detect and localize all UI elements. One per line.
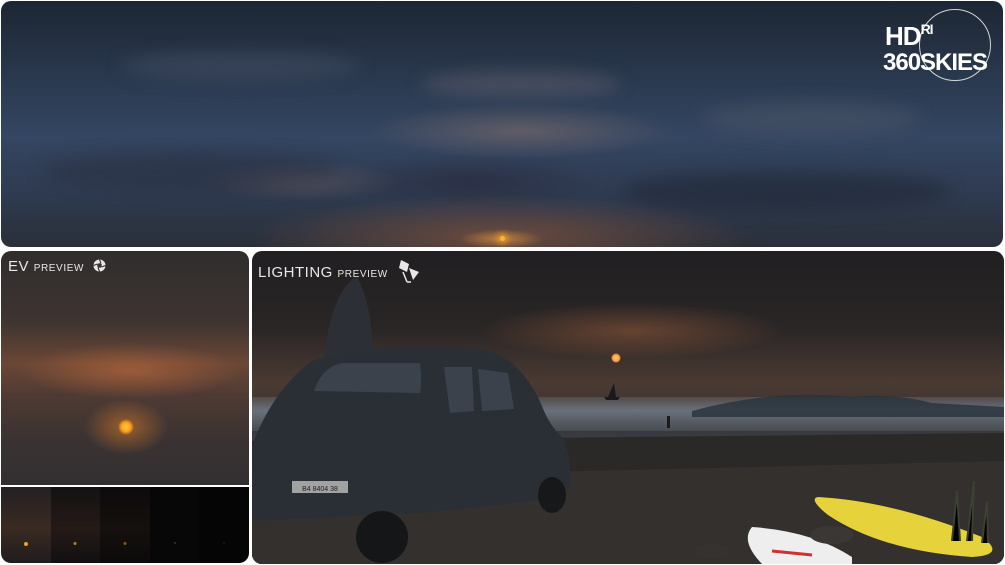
ev-step <box>50 487 101 563</box>
car-wheel <box>538 477 566 513</box>
lighting-preview-panel: B4 8404 38 LIGHTING PREVIEW <box>252 251 1004 564</box>
rock <box>694 544 730 558</box>
cloud <box>421 71 621 97</box>
rock <box>810 526 854 544</box>
studio-light-icon <box>397 258 421 288</box>
surfboard-on-roof <box>324 276 373 356</box>
lighting-scene: B4 8404 38 <box>252 276 1004 564</box>
lighting-preview-label: LIGHTING PREVIEW <box>258 258 421 288</box>
car-wheel <box>356 511 408 563</box>
hdri-panorama: HDRI 360SKIES <box>1 1 1003 247</box>
ev-preview-label: EV PREVIEW <box>8 258 106 276</box>
aperture-icon <box>92 258 106 276</box>
ev-step <box>1 487 51 563</box>
breaking-wave <box>692 394 1004 417</box>
license-plate-text: B4 8404 38 <box>302 486 338 493</box>
cloud <box>621 171 951 211</box>
cloud <box>41 151 341 191</box>
sun <box>500 236 505 241</box>
sailboat <box>604 383 620 400</box>
logo-line1: HDRI <box>885 21 934 51</box>
logo-line2: 360SKIES <box>883 49 988 76</box>
hdri-360-skies-logo: HDRI 360SKIES <box>881 7 997 85</box>
ev-preview-image <box>1 251 249 485</box>
ev-step <box>199 487 249 563</box>
ev-step <box>149 487 200 563</box>
person <box>667 416 670 428</box>
ev-exposure-strip <box>1 487 249 563</box>
ev-preview-panel: EV PREVIEW <box>1 251 249 563</box>
ev-step <box>100 487 150 563</box>
cloud <box>701 101 921 135</box>
cloud <box>121 51 361 81</box>
